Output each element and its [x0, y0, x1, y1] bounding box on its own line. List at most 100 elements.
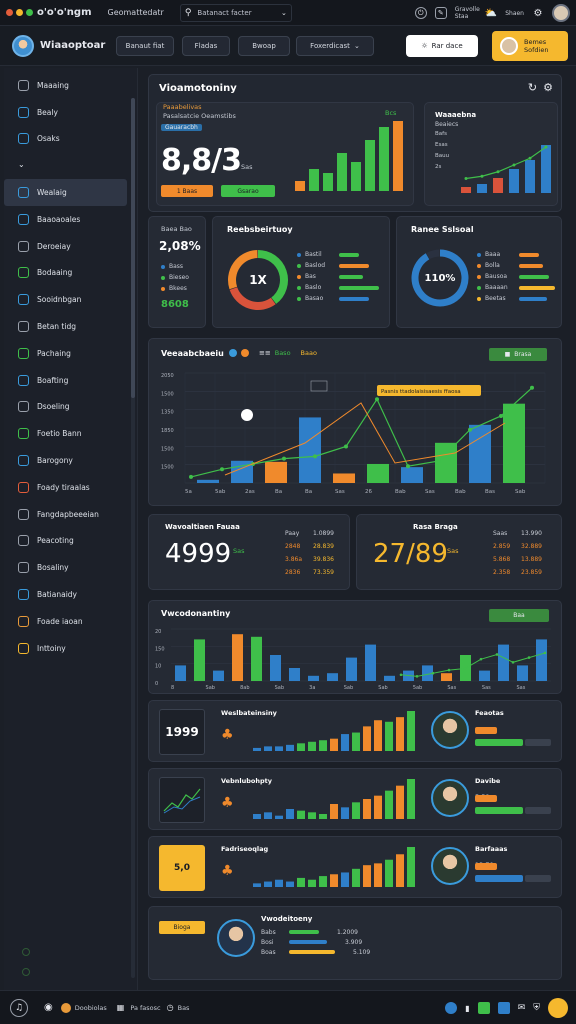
music-icon[interactable]: ♫: [10, 998, 28, 1017]
book-icon: [18, 642, 29, 654]
row-left-box: 5,0: [159, 845, 205, 891]
sidebar-item[interactable]: Baaoaoales: [4, 206, 137, 233]
wide-chart-card: Vwcodonantiny Baa 20 150 10 0 8 Sab 8ab Sab 3a Sa…: [148, 600, 562, 694]
sidebar-item[interactable]: Peacoting: [4, 528, 137, 555]
sidebar-item[interactable]: Osaks: [4, 126, 137, 153]
wide-line-point: [511, 660, 515, 664]
window-controls: [6, 9, 33, 16]
summary-title: Vwodeitoeny: [261, 915, 313, 923]
network-icon[interactable]: [445, 1002, 458, 1014]
breadcrumb[interactable]: Geomattedatr: [108, 8, 164, 17]
sidebar-item-label: Bosaliny: [37, 563, 69, 573]
sidebar-item[interactable]: Foady tiraalas: [4, 474, 137, 501]
wide-chart-badge[interactable]: Baa: [489, 609, 549, 622]
summary-badge[interactable]: Bioga: [159, 921, 205, 934]
maximize-dot[interactable]: [26, 9, 33, 16]
filter-pill-3[interactable]: Bwoap: [238, 36, 290, 56]
sidebar-item[interactable]: Fangdapbeeeian: [4, 501, 137, 528]
donut2-legend-label: Bausoa: [485, 273, 508, 280]
user-status-icon[interactable]: [548, 998, 568, 1018]
sidebar-item[interactable]: Maaaing: [4, 72, 137, 99]
main-chart-badge[interactable]: ■ Brasa: [489, 348, 547, 361]
donut2-center: 110%: [424, 272, 456, 284]
sidebar-scrollbar[interactable]: [131, 98, 135, 978]
sidebar-item[interactable]: Batianaidy: [4, 581, 137, 608]
row-bar: [374, 863, 382, 887]
blue-app-icon[interactable]: [497, 1002, 510, 1014]
sidebar-item[interactable]: Sooidnbgan: [4, 286, 137, 313]
row-left-box: 1999: [159, 709, 205, 755]
x-tick: Sas: [482, 685, 491, 691]
clock-icon[interactable]: ◷: [167, 1003, 174, 1012]
sidebar-item[interactable]: ⌄: [4, 152, 137, 179]
forecast-dropdown[interactable]: Foxerdicast ⌄: [296, 36, 374, 56]
row-bar: [385, 859, 393, 887]
sidebar-item[interactable]: Inttoiny: [4, 635, 137, 662]
sidebar-item[interactable]: Pachaing: [4, 340, 137, 367]
sidebar-item[interactable]: Dsoeling: [4, 394, 137, 421]
chevron-down-icon: ⌄: [18, 160, 25, 170]
filter-pill-2[interactable]: Fladas: [182, 36, 230, 56]
metric_left-row: 2848 28.839: [285, 540, 334, 553]
sidebar-item[interactable]: Foetio Bann: [4, 420, 137, 447]
user-avatar[interactable]: [552, 4, 570, 22]
camera-icon[interactable]: ◉: [44, 1002, 53, 1013]
shield-icon[interactable]: ⛨: [533, 1003, 540, 1013]
sidebar-item[interactable]: Bodaaing: [4, 260, 137, 287]
close-dot[interactable]: [6, 9, 13, 16]
summary-row-value: 5.109: [353, 948, 371, 956]
sidebar-item[interactable]: Betan tidg: [4, 313, 137, 340]
row-bar-chart: [253, 779, 415, 819]
kpi-button-2[interactable]: Gsarao: [221, 185, 275, 197]
x-tick: Bab: [395, 489, 406, 495]
row-bar: [275, 879, 283, 887]
kpi-button-1[interactable]: 1 Baas: [161, 185, 213, 197]
kpi-bar: [379, 127, 389, 191]
refresh-icon[interactable]: ↻: [528, 81, 537, 94]
sidebar-item[interactable]: Bealy: [4, 99, 137, 126]
white-action-button[interactable]: ☼ Rar dace: [406, 35, 478, 57]
row-avatar: [431, 711, 469, 749]
kpi-small-point: [528, 156, 532, 160]
profile-button[interactable]: Bemes Sofdien: [492, 31, 568, 61]
sidebar-item[interactable]: Barogony: [4, 447, 137, 474]
minimize-dot[interactable]: [16, 9, 23, 16]
app-icon[interactable]: [60, 1002, 71, 1013]
donut1-legend-label: Bastil: [305, 251, 322, 258]
green-app-icon[interactable]: [477, 1002, 490, 1014]
chart-icon[interactable]: ▦: [117, 1003, 125, 1012]
sidebar-item[interactable]: Wealaig: [4, 179, 127, 206]
donut1-legend-label: Baslo: [305, 284, 322, 291]
kpi-detail: Pasalsatcie Oeamstibs: [163, 112, 236, 120]
row-bar: [396, 717, 404, 751]
power-icon[interactable]: ⏻: [414, 7, 427, 19]
scrollbar-thumb[interactable]: [131, 98, 135, 398]
battery-icon[interactable]: ▮: [465, 1004, 469, 1013]
stat-row: Bass: [161, 261, 189, 272]
metric_left-row-value: 73.359: [313, 569, 334, 576]
cursor-icon: [241, 409, 253, 421]
row-card: 5,0Fadriseoqlag♣Barfaaas13,70: [148, 836, 562, 898]
main-line-point: [530, 385, 534, 390]
search-box[interactable]: ⚲ Batanact facter ⌄: [179, 3, 292, 22]
sidebar-item[interactable]: Foade iaoan: [4, 608, 137, 635]
kpi-small-title: Waaaebna: [435, 111, 477, 119]
settings-icon[interactable]: ⚙: [543, 81, 553, 94]
chat-icon[interactable]: ✉: [518, 1003, 526, 1013]
sidebar-item-label: Pachaing: [37, 348, 71, 358]
metric_left-row-value: 1.0899: [313, 530, 334, 537]
row-bar: [385, 721, 393, 751]
stat-row-label: Bass: [169, 263, 184, 270]
globe-icon[interactable]: ⚙: [532, 7, 544, 19]
row-bar: [407, 779, 415, 819]
sidebar-item[interactable]: Boafting: [4, 367, 137, 394]
chat-icon: [18, 267, 29, 279]
database-icon: [18, 213, 29, 225]
sidebar-item[interactable]: Bosaliny: [4, 554, 137, 581]
row-bar: [308, 741, 316, 751]
main-line-point: [468, 427, 472, 432]
sidebar-item[interactable]: Deroeiay: [4, 233, 137, 260]
main-bar: [367, 463, 389, 483]
edit-icon[interactable]: ✎: [434, 7, 447, 19]
filter-pill-1[interactable]: Banaut fiat: [116, 36, 174, 56]
